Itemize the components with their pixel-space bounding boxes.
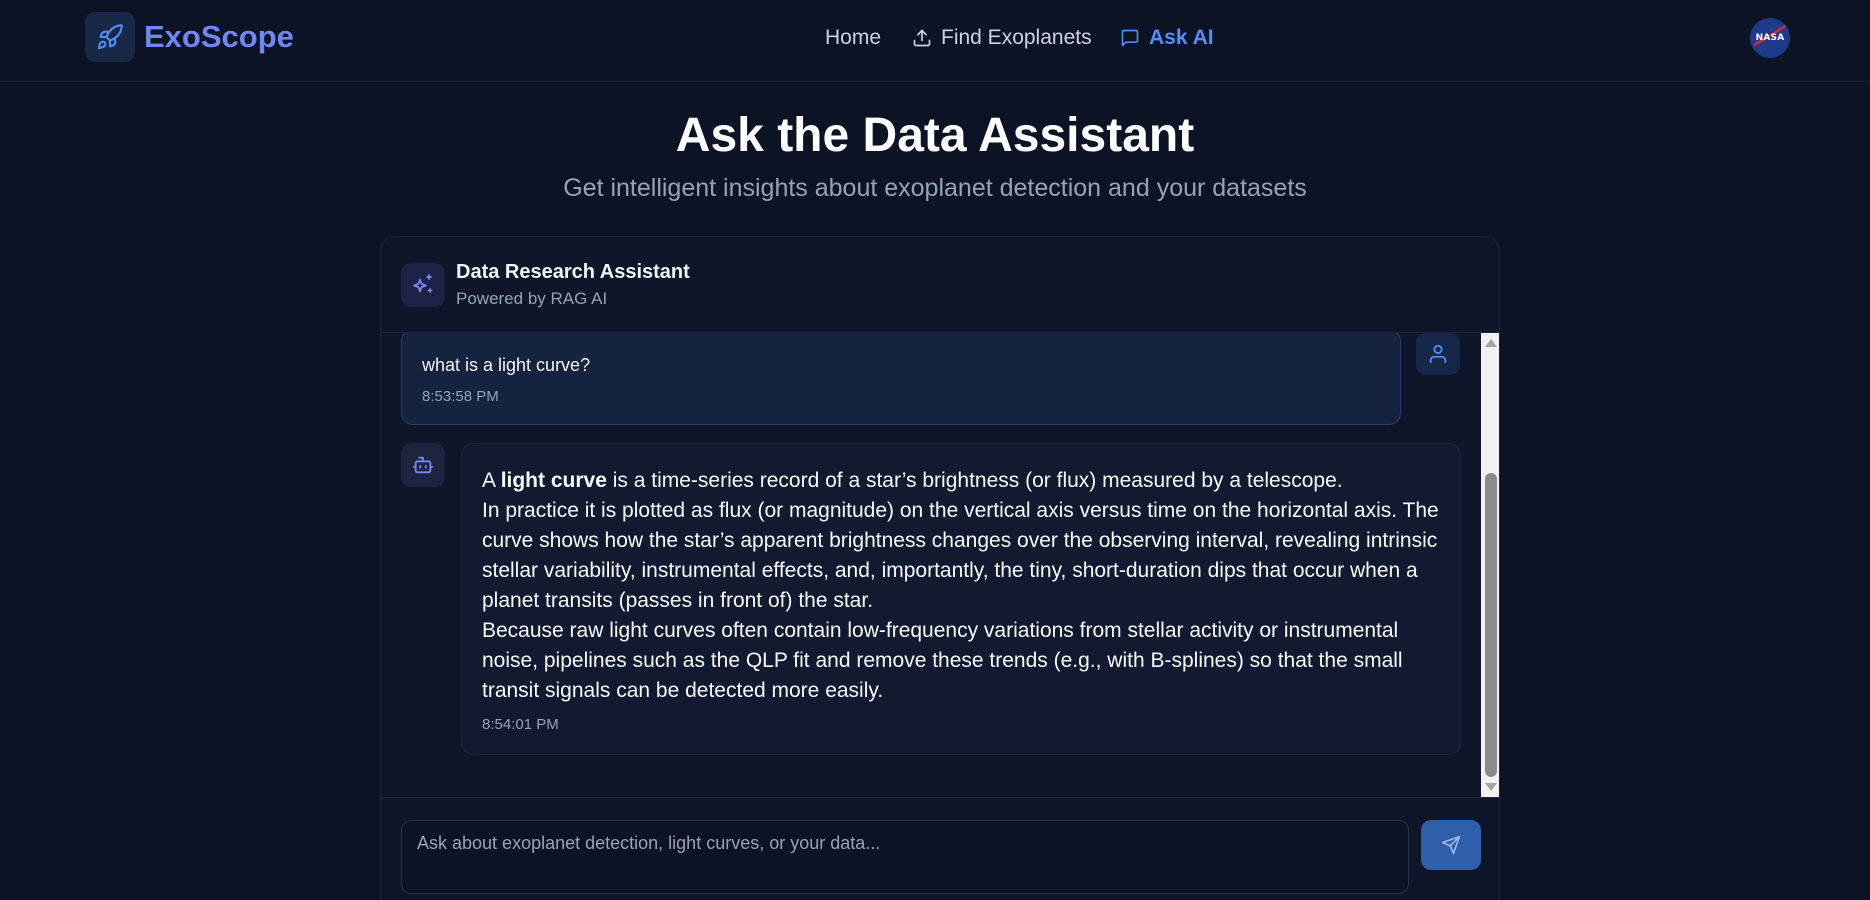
nav-home[interactable]: Home: [825, 22, 881, 54]
upload-icon: [913, 29, 931, 47]
page-subtitle: Get intelligent insights about exoplanet…: [563, 174, 1307, 202]
answer-term: light curve: [500, 469, 607, 492]
user-avatar: [1416, 333, 1460, 375]
message-list[interactable]: what is a light curve? 8:53:58 PM A ligh…: [381, 333, 1499, 797]
assistant-badge: [401, 263, 445, 307]
answer-intro-a: A: [482, 469, 501, 492]
assistant-name: Data Research Assistant: [456, 261, 690, 283]
send-icon: [1441, 835, 1461, 855]
user-message: what is a light curve? 8:53:58 PM: [401, 333, 1401, 425]
chat-input-area: [381, 797, 1499, 900]
scroll-thumb[interactable]: [1485, 473, 1497, 777]
chat-panel: Data Research Assistant Powered by RAG A…: [380, 236, 1500, 900]
assistant-message-text: A light curve is a time-series record of…: [482, 466, 1440, 706]
send-button[interactable]: [1421, 820, 1481, 870]
user-message-time: 8:53:58 PM: [422, 388, 499, 405]
assistant-message-time: 8:54:01 PM: [482, 716, 559, 733]
nasa-logo-text: NASA: [1755, 33, 1785, 43]
message-scrollbar[interactable]: [1481, 333, 1499, 797]
assistant-message: A light curve is a time-series record of…: [461, 443, 1461, 755]
assistant-paragraph-3: Because raw light curves often contain l…: [482, 619, 1403, 702]
top-navbar: ExoScope Home Find Exoplanets Ask AI NAS…: [0, 0, 1870, 82]
nav-find-label: Find Exoplanets: [941, 26, 1092, 49]
bot-icon: [412, 456, 434, 474]
sparkles-icon: [413, 274, 433, 293]
assistant-paragraph-1: A light curve is a time-series record of…: [482, 466, 1440, 496]
page-title: Ask the Data Assistant: [675, 109, 1195, 162]
assistant-paragraph-2: In practice it is plotted as flux (or ma…: [482, 499, 1439, 612]
nav-find-exoplanets[interactable]: Find Exoplanets: [912, 22, 1092, 54]
assistant-subtitle: Powered by RAG AI: [456, 289, 608, 308]
scroll-down-arrow[interactable]: [1485, 783, 1497, 791]
rocket-icon: [97, 24, 123, 50]
scroll-up-arrow[interactable]: [1485, 339, 1497, 347]
nav-ask-ai[interactable]: Ask AI: [1120, 22, 1214, 54]
chat-icon: [1121, 29, 1139, 47]
nav-ask-label: Ask AI: [1149, 26, 1214, 49]
assistant-avatar: [401, 443, 445, 487]
nasa-logo[interactable]: NASA: [1750, 18, 1790, 58]
user-message-text: what is a light curve?: [422, 355, 591, 375]
brand-name[interactable]: ExoScope: [144, 17, 294, 57]
logo-badge[interactable]: [85, 12, 135, 62]
chat-header: Data Research Assistant Powered by RAG A…: [381, 237, 1499, 333]
user-icon: [1429, 344, 1447, 364]
nav-home-label: Home: [825, 26, 882, 49]
chat-input[interactable]: [401, 820, 1409, 894]
answer-intro-b: is a time-series record of a star’s brig…: [606, 469, 1343, 492]
